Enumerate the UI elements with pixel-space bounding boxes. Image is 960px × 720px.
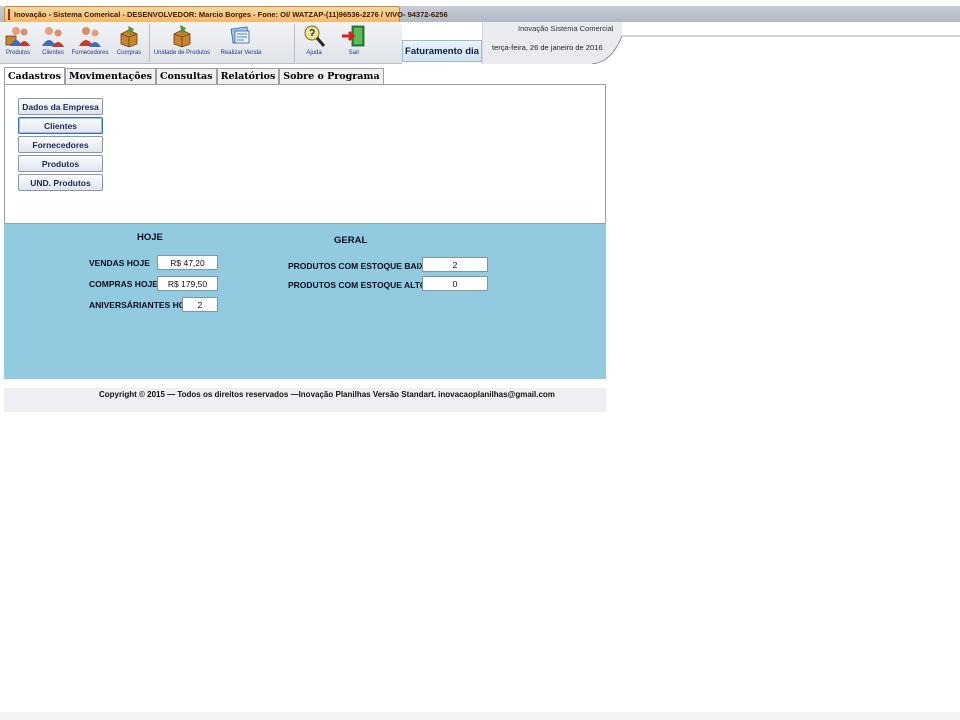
compras-hoje-value: R$ 179,50 <box>157 276 218 291</box>
help-magnifier-icon <box>301 24 327 48</box>
window-title-tab[interactable]: Inovação - Sistema Comerical - DESENVOLV… <box>4 6 448 22</box>
app-name-label: Inovação Sistema Comercial <box>518 24 614 33</box>
vendas-hoje-label: VENDAS HOJE <box>89 258 150 268</box>
aniversariantes-hoje-label: ANIVERSÁRIANTES HOJE <box>89 300 196 310</box>
estoque-baixo-label: PRODUTOS COM ESTOQUE BAIXO <box>288 261 432 271</box>
geral-heading: GERAL <box>334 235 368 246</box>
clientes-cadastro-button[interactable]: Clientes <box>18 117 103 134</box>
realizar-venda-button[interactable]: Realizar Venda <box>218 24 264 60</box>
ribbon-toolbar: Produtos Clientes Fornecedores Compras U… <box>0 22 402 64</box>
und-produtos-button[interactable]: UND. Produtos <box>18 174 103 191</box>
vendas-hoje-value: R$ 47,20 <box>157 255 218 270</box>
fornecedores-cadastro-button[interactable]: Fornecedores <box>18 136 103 153</box>
dados-empresa-button[interactable]: Dados da Empresa <box>18 98 103 115</box>
clients-icon <box>40 24 66 48</box>
faturamento-dia-button[interactable]: Faturamento dia <box>402 40 482 62</box>
hoje-heading: HOJE <box>137 232 163 243</box>
copyright-footer: Copyright © 2015 — Todos os direitos res… <box>4 388 606 412</box>
dashboard-panel: HOJE VENDAS HOJE R$ 47,20 COMPRAS HOJE R… <box>4 224 606 379</box>
window-title: Inovação - Sistema Comerical - DESENVOLV… <box>14 10 448 19</box>
cadastros-panel: Dados da Empresa Clientes Fornecedores P… <box>4 84 606 224</box>
produtos-cadastro-button[interactable]: Produtos <box>18 155 103 172</box>
product-unit-box-icon <box>169 24 195 48</box>
tab-consultas[interactable]: Consultas <box>156 68 217 84</box>
ribbon-separator <box>149 24 150 62</box>
exit-door-icon <box>341 24 367 48</box>
ribbon-separator <box>294 24 295 62</box>
tab-sobre-programa[interactable]: Sobre o Programa <box>279 68 384 84</box>
estoque-baixo-value: 2 <box>422 257 488 272</box>
unidade-produtos-button[interactable]: Unidade de Produtos <box>152 24 212 60</box>
ajuda-button[interactable]: Ajuda <box>300 24 328 60</box>
produtos-button[interactable]: Produtos <box>3 24 33 60</box>
aniversariantes-hoje-value: 2 <box>182 297 218 312</box>
info-panel: Inovação Sistema Comercial terça-feira, … <box>482 22 960 64</box>
sair-button[interactable]: Sair <box>338 24 370 60</box>
main-tabs: Cadastros Movimentações Consultas Relató… <box>4 67 384 84</box>
estoque-alto-label: PRODUTOS COM ESTOQUE ALTO <box>288 280 427 290</box>
purchases-box-icon <box>116 24 142 48</box>
fornecedores-button[interactable]: Fornecedores <box>70 24 110 60</box>
users-boxes-icon <box>5 24 31 48</box>
sale-form-icon <box>228 24 254 48</box>
bottom-edge <box>0 712 960 720</box>
clientes-button[interactable]: Clientes <box>40 24 66 60</box>
compras-button[interactable]: Compras <box>114 24 144 60</box>
current-date-label: terça-feira, 26 de janeiro de 2016 <box>492 43 603 52</box>
tab-relatorios[interactable]: Relatórios <box>216 68 280 84</box>
tab-cadastros[interactable]: Cadastros <box>4 67 65 84</box>
suppliers-icon <box>77 24 103 48</box>
tab-movimentacoes[interactable]: Movimentações <box>64 68 156 84</box>
title-bar: Inovação - Sistema Comerical - DESENVOLV… <box>0 6 960 22</box>
estoque-alto-value: 0 <box>422 276 488 291</box>
ribbon: Produtos Clientes Fornecedores Compras U… <box>0 22 960 64</box>
compras-hoje-label: COMPRAS HOJE <box>89 279 158 289</box>
app-form-icon <box>8 9 10 20</box>
